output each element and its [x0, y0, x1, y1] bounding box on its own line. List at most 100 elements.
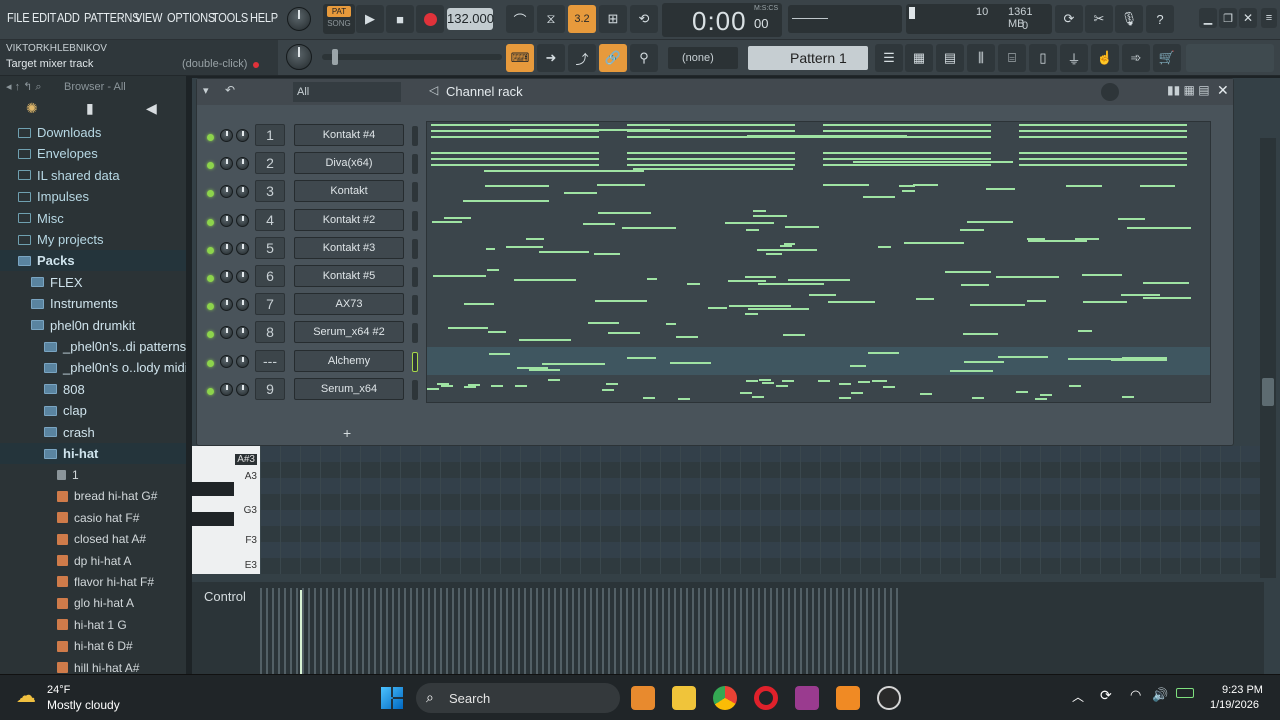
pan-knob[interactable]	[220, 213, 233, 227]
weather-icon[interactable]: ☁	[16, 683, 36, 708]
group-filter-select[interactable]: All	[293, 82, 401, 102]
channel-select-meter[interactable]	[412, 267, 418, 287]
output-button[interactable]: ➾	[1122, 44, 1150, 72]
channel-row[interactable]: 5 Kontakt #3	[205, 236, 425, 264]
volume-knob[interactable]	[236, 270, 249, 283]
browser-item[interactable]: Packs	[0, 250, 186, 272]
mixer-button[interactable]: ⫼	[967, 44, 995, 72]
mixer-track-number[interactable]: 8	[255, 321, 285, 344]
channel-row[interactable]: 4 Kontakt #2	[205, 208, 425, 236]
maximize-button[interactable]: ❐	[1219, 8, 1237, 28]
mute-led-icon[interactable]	[207, 134, 214, 141]
mute-led-icon[interactable]	[207, 303, 214, 311]
stamp-button[interactable]: ⚲	[630, 44, 658, 72]
menu-view[interactable]: VIEW	[135, 10, 162, 25]
pan-knob[interactable]	[220, 326, 233, 340]
browser-item[interactable]: Downloads	[0, 122, 186, 143]
browser-item[interactable]: My projects	[0, 229, 186, 250]
black-key[interactable]	[192, 482, 234, 496]
time-display[interactable]: 0:00 M:S:CS 00	[662, 3, 782, 37]
scrollbar[interactable]	[1260, 138, 1276, 578]
channel-select-meter[interactable]	[412, 154, 418, 175]
pattern-select[interactable]: Pattern 1	[748, 46, 868, 70]
tempo-display[interactable]: 132.000	[447, 8, 494, 30]
control-label[interactable]: Control	[204, 589, 246, 604]
browser-item[interactable]: _phel0n's o..lody midis	[0, 357, 186, 378]
channel-name-button[interactable]: Kontakt	[294, 180, 404, 203]
control-marker[interactable]	[300, 590, 302, 674]
channel-name-button[interactable]: Diva(x64)	[294, 152, 404, 175]
record-button[interactable]	[416, 5, 444, 33]
browser-item[interactable]: glo hi-hat A	[0, 593, 186, 614]
shop-button[interactable]: 🛒	[1153, 44, 1181, 72]
browser-item[interactable]: phel0n drumkit	[0, 315, 186, 336]
volume-knob[interactable]	[236, 157, 249, 171]
channel-select-meter[interactable]	[412, 126, 418, 146]
pat-song-toggle[interactable]: PAT SONG	[323, 4, 355, 34]
browser-item[interactable]: closed hat A#	[0, 529, 186, 550]
mixer-track-number[interactable]: 9	[255, 377, 285, 400]
chrome-icon[interactable]	[713, 686, 737, 710]
channel-name-button[interactable]: AX73	[294, 293, 404, 316]
mute-led-icon[interactable]	[207, 275, 214, 282]
pan-knob[interactable]	[220, 157, 233, 171]
menu-patterns[interactable]: PATTERNS	[84, 10, 140, 25]
browser-item[interactable]: _phel0n's..di patterns	[0, 336, 186, 357]
clock-date[interactable]: 1/19/2026	[1210, 699, 1259, 711]
channel-select-meter[interactable]	[412, 182, 418, 203]
channel-select-meter[interactable]	[412, 295, 418, 316]
channel-piano-roll-preview[interactable]	[426, 121, 1211, 403]
winrar-icon[interactable]	[795, 686, 819, 710]
volume-knob[interactable]	[236, 354, 249, 368]
browser-item[interactable]: bread hi-hat G#	[0, 486, 186, 507]
wait-input-button[interactable]: ⧖	[537, 5, 565, 33]
browser-item[interactable]: FLEX	[0, 272, 186, 293]
volume-knob[interactable]	[236, 185, 249, 199]
mixer-track-number[interactable]: 2	[255, 152, 285, 175]
channel-select-meter[interactable]	[412, 210, 418, 231]
pan-knob[interactable]	[220, 185, 233, 199]
page-icon[interactable]: ▮	[86, 100, 94, 117]
main-volume-slider[interactable]	[322, 49, 502, 65]
plugin-database-button[interactable]: ⏚	[1060, 44, 1088, 72]
rack-menu-button[interactable]: ▮▮ ▦ ▤	[1167, 83, 1210, 97]
channel-name-button[interactable]: Alchemy	[294, 349, 404, 372]
play-button[interactable]: ▶	[356, 5, 384, 33]
undo-history-button[interactable]: ⟳	[1055, 5, 1083, 33]
chevron-up-icon[interactable]: ︿	[1072, 688, 1084, 705]
menu-tools[interactable]: TOOLS	[212, 10, 248, 25]
menu-options[interactable]: OPTIONS	[167, 10, 215, 25]
fl-studio-taskbar-icon[interactable]	[631, 686, 655, 710]
add-channel-button[interactable]: +	[343, 425, 351, 441]
stop-button[interactable]: ■	[386, 5, 414, 33]
browser-item[interactable]: flavor hi-hat F#	[0, 571, 186, 592]
channel-row[interactable]: 7 AX73	[205, 292, 425, 320]
browser-item[interactable]: crash	[0, 422, 186, 443]
blend-notes-button[interactable]: ⊞	[599, 5, 627, 33]
channel-name-button[interactable]: Kontakt #4	[294, 124, 404, 146]
mute-led-icon[interactable]	[207, 331, 214, 339]
menu-edit[interactable]: EDIT	[32, 10, 56, 25]
obs-icon[interactable]	[877, 686, 901, 710]
channel-name-button[interactable]: Kontakt #5	[294, 265, 404, 287]
browser-item[interactable]: Impulses	[0, 186, 186, 207]
piano-keyboard[interactable]: A#3 A3 G3 F3 E3	[192, 446, 260, 574]
help-button[interactable]: ?	[1146, 5, 1174, 33]
mute-led-icon[interactable]	[207, 190, 214, 198]
volume-knob[interactable]	[236, 213, 249, 227]
mixer-track-number[interactable]: 7	[255, 293, 285, 316]
pan-knob[interactable]	[220, 354, 233, 368]
mute-led-icon[interactable]	[207, 359, 214, 367]
mixer-track-number[interactable]: ---	[255, 349, 285, 372]
channel-row[interactable]: 2 Diva(x64)	[205, 151, 425, 179]
minimize-button[interactable]: ▁	[1199, 8, 1217, 28]
clock-time[interactable]: 9:23 PM	[1222, 684, 1263, 696]
browser-item[interactable]: casio hat F#	[0, 507, 186, 528]
touch-controller-button[interactable]: ☝	[1091, 44, 1119, 72]
browser-item[interactable]: IL shared data	[0, 165, 186, 186]
channel-name-button[interactable]: Serum_x64	[294, 377, 404, 400]
start-button[interactable]	[381, 687, 403, 709]
browser-item[interactable]: hi-hat 1 G	[0, 614, 186, 635]
mute-led-icon[interactable]	[207, 218, 214, 226]
rack-close-icon[interactable]: ✕	[1217, 82, 1229, 99]
